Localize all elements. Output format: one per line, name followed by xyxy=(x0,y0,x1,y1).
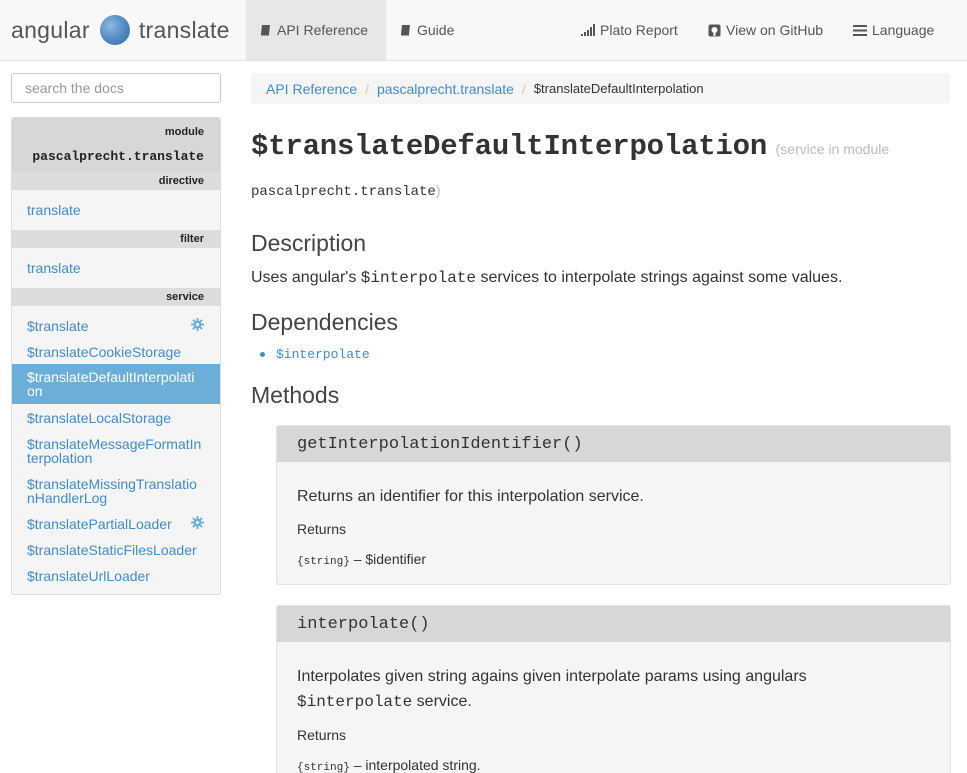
nav-language[interactable]: Language xyxy=(839,0,948,60)
breadcrumb-current: $translateDefaultInterpolation xyxy=(533,81,704,96)
nav-guide[interactable]: Guide xyxy=(386,0,468,60)
method-desc-text-2: service. xyxy=(412,693,472,710)
book-icon xyxy=(260,24,272,36)
methods-heading: Methods xyxy=(251,382,340,408)
angular-logo-icon xyxy=(99,15,130,45)
page-title: $translateDefaultInterpolation xyxy=(251,130,768,163)
nav-github-label: View on GitHub xyxy=(726,22,824,38)
list-icon xyxy=(853,24,867,36)
breadcrumb-separator: / xyxy=(365,80,369,97)
nav-api-reference-label: API Reference xyxy=(277,22,369,38)
nav-language-label: Language xyxy=(872,22,935,38)
method-desc-code: $interpolate xyxy=(297,693,413,711)
page-title-row: $translateDefaultInterpolation (service … xyxy=(251,130,889,163)
filter-header: filter xyxy=(12,230,220,248)
breadcrumb-api-reference[interactable]: API Reference xyxy=(266,81,357,97)
module-header: module pascalprecht.translate xyxy=(12,118,220,172)
brand-text-right: translate xyxy=(138,16,230,43)
module-name-text: pascalprecht.translate xyxy=(251,184,436,200)
signal-icon xyxy=(581,24,595,36)
nav-guide-label: Guide xyxy=(417,22,455,38)
description-text: Uses angular's $interpolate services to … xyxy=(251,269,842,287)
breadcrumb-module[interactable]: pascalprecht.translate xyxy=(377,81,514,97)
method-card: interpolate() Interpolates given string … xyxy=(276,605,951,773)
sidebar-item-translate-static-files-loader[interactable]: $translateStaticFilesLoader xyxy=(27,543,207,557)
description-heading: Description xyxy=(251,230,367,256)
service-header: service xyxy=(12,288,220,306)
description-code: $interpolate xyxy=(360,269,476,287)
description-pre: Uses angular's xyxy=(251,269,361,286)
dependency-item: $interpolate xyxy=(260,347,370,362)
gear-icon xyxy=(191,516,204,534)
method-desc-text: Interpolates given string agains given i… xyxy=(297,668,807,685)
method-description: Returns an identifier for this interpola… xyxy=(297,484,930,509)
return-desc: – interpolated string. xyxy=(353,757,481,773)
method-desc-text: Returns an identifier for this interpola… xyxy=(297,488,644,505)
sidebar-item-translate-partial-loader[interactable]: $translatePartialLoader xyxy=(27,517,207,531)
module-name-link[interactable]: pascalprecht.translate xyxy=(32,149,204,164)
method-name: getInterpolationIdentifier() xyxy=(277,426,950,462)
dependencies-heading: Dependencies xyxy=(251,309,399,335)
sidebar-item-translate-message-format-interpolation[interactable]: $translateMessageFormatIn terpolation xyxy=(27,437,207,465)
sidebar-item-label: $translate xyxy=(27,318,89,334)
sidebar-item-translate-local-storage[interactable]: $translateLocalStorage xyxy=(27,411,207,425)
sidebar-item-directive-translate[interactable]: translate xyxy=(27,203,207,217)
return-value: {string} – interpolated string. xyxy=(297,757,930,773)
return-desc: – $identifier xyxy=(353,551,427,567)
sidebar-item-translate-default-interpolation[interactable]: $translateDefaultInterpolati on xyxy=(12,364,220,404)
breadcrumb: API Reference / pascalprecht.translate /… xyxy=(251,73,950,104)
return-type: {string} xyxy=(297,762,350,773)
module-label: module xyxy=(164,126,204,138)
returns-label: Returns xyxy=(297,727,347,743)
module-name: pascalprecht.translate) xyxy=(251,182,441,200)
description-post: services to interpolate strings against … xyxy=(476,269,843,286)
sidebar-item-label: $translatePartialLoader xyxy=(27,516,172,532)
method-body: Interpolates given string agains given i… xyxy=(277,642,950,773)
book-icon xyxy=(400,24,412,36)
nav-github[interactable]: View on GitHub xyxy=(694,0,837,60)
nav-plato-report[interactable]: Plato Report xyxy=(567,0,692,60)
nav-api-reference[interactable]: API Reference xyxy=(246,0,386,60)
nav-plato-report-label: Plato Report xyxy=(600,22,678,38)
brand-text-left: angular xyxy=(11,16,90,43)
search-input[interactable] xyxy=(11,73,221,103)
method-card: getInterpolationIdentifier() Returns an … xyxy=(276,425,951,585)
directive-header: directive xyxy=(12,172,220,190)
sidebar-nav: module pascalprecht.translate directive … xyxy=(11,117,221,595)
sidebar-item-translate-cookie-storage[interactable]: $translateCookieStorage xyxy=(27,345,207,359)
return-type: {string} xyxy=(297,556,350,568)
sidebar-item-translate-missing-translation-handler-log[interactable]: $translateMissingTranslatio nHandlerLog xyxy=(27,477,207,505)
method-body: Returns an identifier for this interpola… xyxy=(277,462,950,568)
returns-label: Returns xyxy=(297,521,347,537)
method-name: interpolate() xyxy=(277,606,950,642)
brand-logo-link[interactable]: angular translate xyxy=(11,0,230,60)
bullet-icon xyxy=(260,352,265,357)
sidebar-item-translate[interactable]: $translate xyxy=(27,319,207,333)
dependency-link-interpolate[interactable]: $interpolate xyxy=(276,347,370,362)
navbar: angular translate API Reference Guide Pl… xyxy=(0,0,967,61)
module-close-paren: ) xyxy=(435,182,441,198)
sidebar-item-filter-translate[interactable]: translate xyxy=(27,261,207,275)
method-description: Interpolates given string agains given i… xyxy=(297,664,930,715)
sidebar-item-translate-url-loader[interactable]: $translateUrlLoader xyxy=(27,569,207,583)
title-meta: (service in module xyxy=(775,141,890,157)
return-value: {string} – $identifier xyxy=(297,551,930,568)
github-icon xyxy=(708,24,721,37)
gear-icon xyxy=(191,318,204,336)
breadcrumb-separator: / xyxy=(521,80,526,97)
